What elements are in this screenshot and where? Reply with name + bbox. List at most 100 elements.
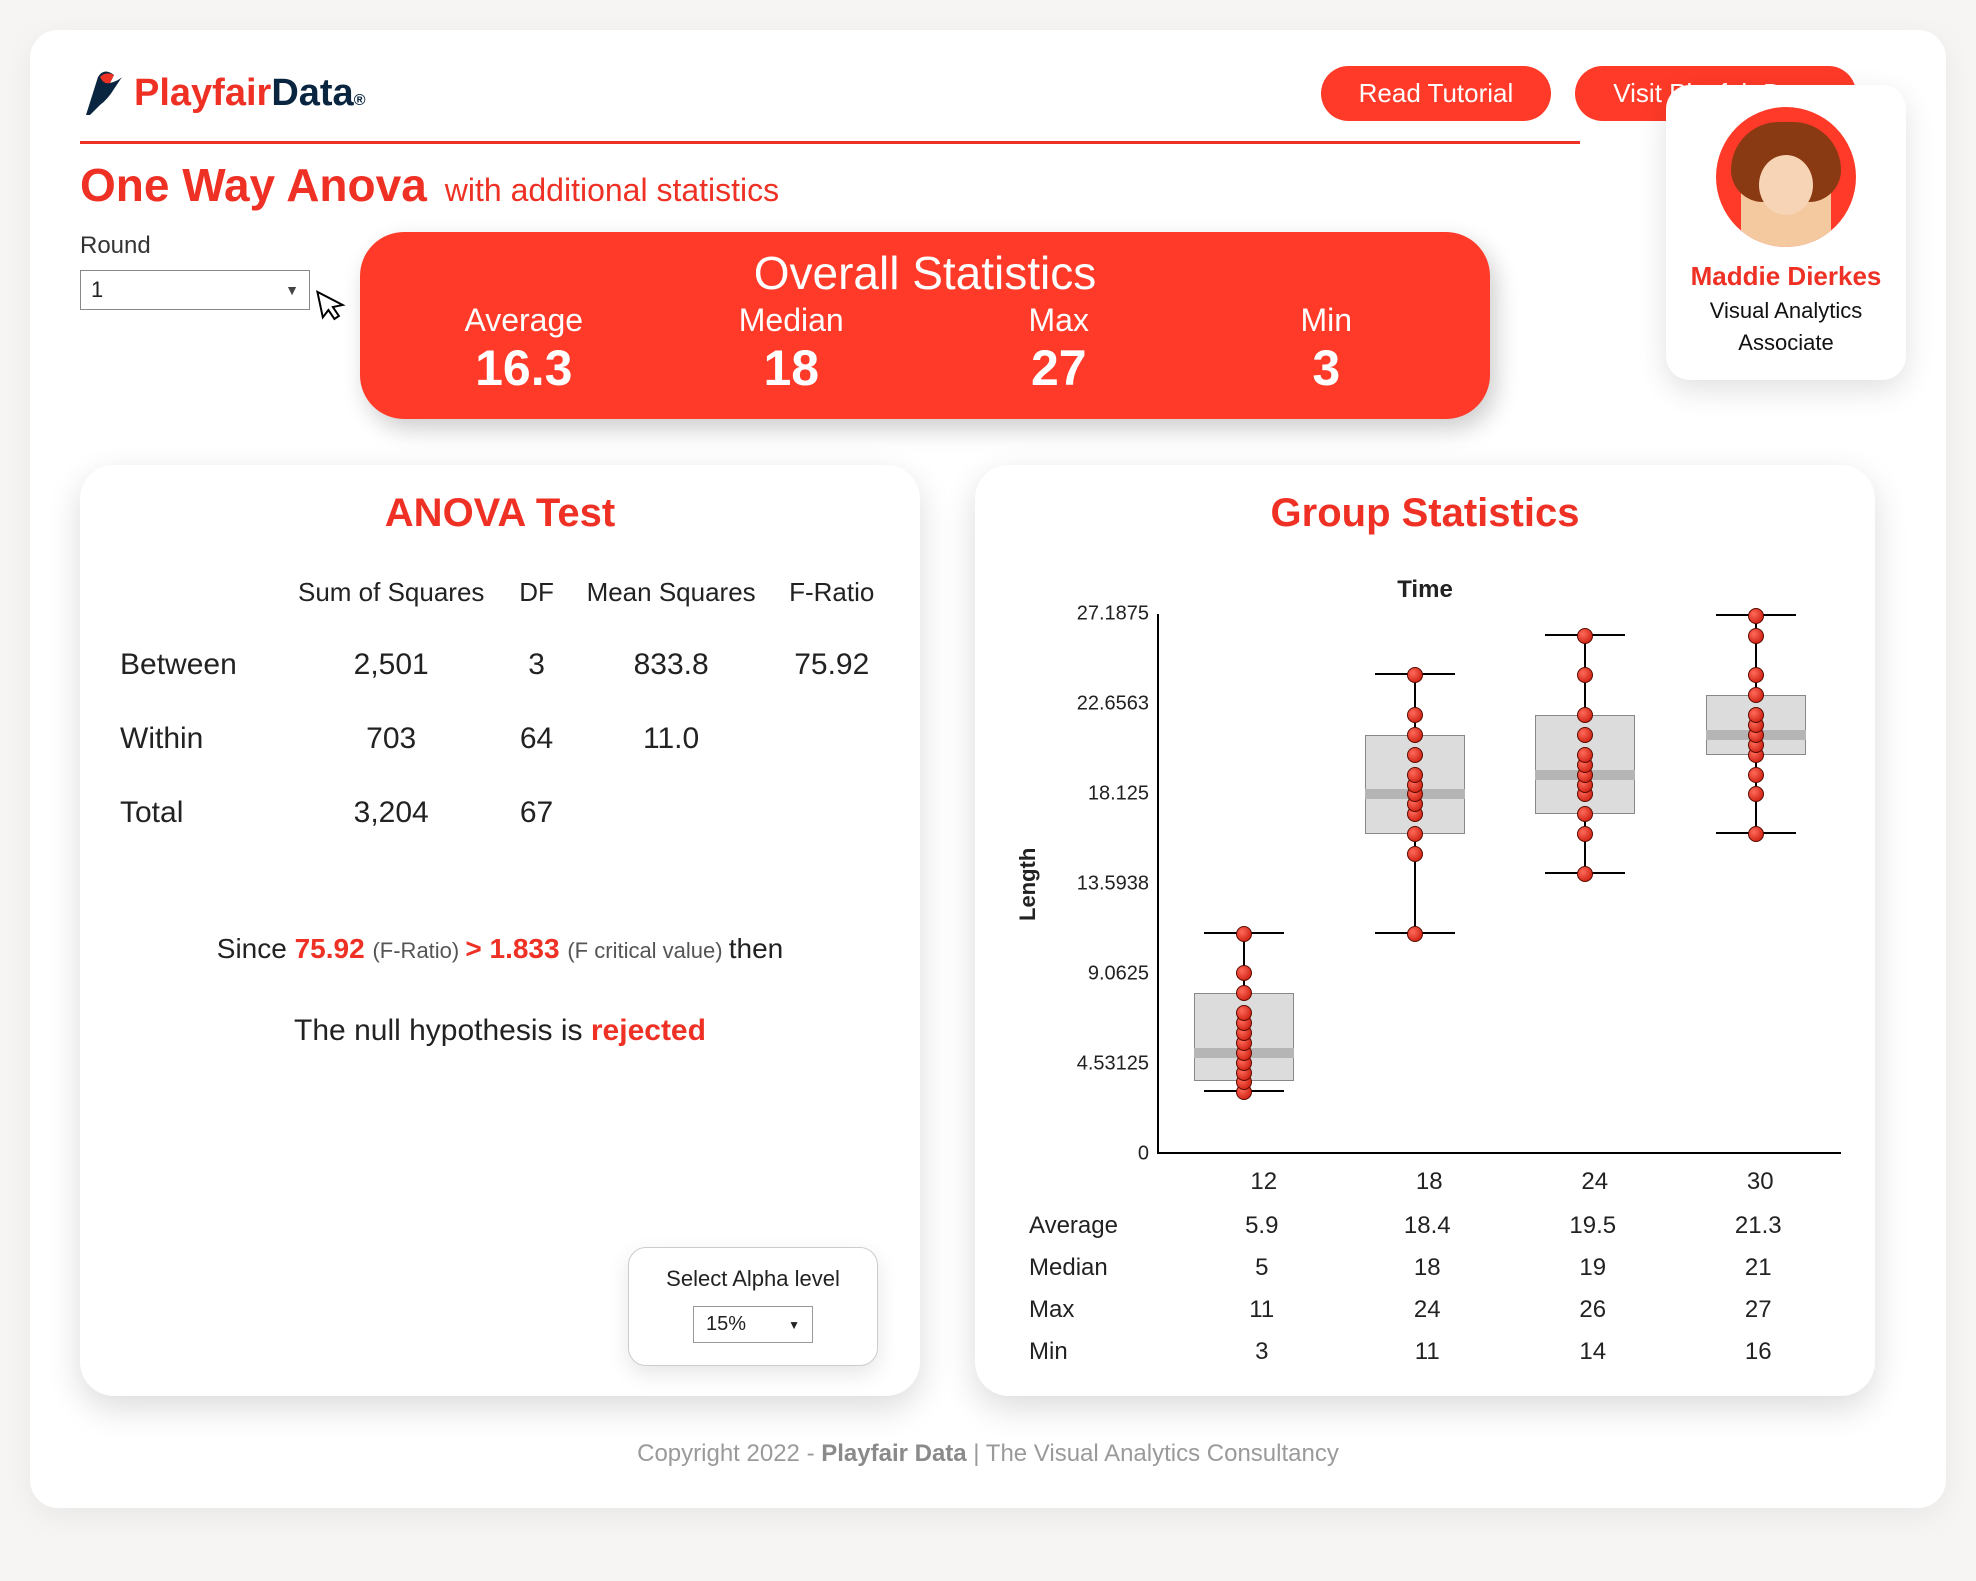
data-point bbox=[1577, 866, 1593, 882]
brand-text: PlayfairData® bbox=[134, 72, 365, 115]
x-tick: 30 bbox=[1680, 1168, 1842, 1196]
group-title: Group Statistics bbox=[1009, 491, 1841, 536]
data-point bbox=[1407, 707, 1423, 723]
overall-stats-banner: Overall Statistics Average Median Max Mi… bbox=[360, 232, 1490, 419]
col-df: DF bbox=[508, 576, 564, 628]
data-point bbox=[1748, 786, 1764, 802]
data-point bbox=[1407, 846, 1423, 862]
boxplot-group bbox=[1525, 612, 1645, 1152]
data-point bbox=[1748, 608, 1764, 624]
author-card: Maddie Dierkes Visual Analytics Associat… bbox=[1666, 85, 1906, 380]
cards-row: ANOVA Test Sum of Squares DF Mean Square… bbox=[80, 465, 1896, 1396]
data-point bbox=[1407, 926, 1423, 942]
header-row: PlayfairData® Read Tutorial Visit Playfa… bbox=[80, 65, 1896, 121]
round-value: 1 bbox=[91, 277, 103, 303]
dashboard-sheet: PlayfairData® Read Tutorial Visit Playfa… bbox=[30, 30, 1946, 1508]
overall-min-label: Min bbox=[1193, 302, 1461, 339]
banner-row: Round 1 ▼ Overall Statistics Average Med… bbox=[80, 232, 1896, 419]
data-point bbox=[1407, 826, 1423, 842]
data-point bbox=[1407, 727, 1423, 743]
anova-conclusion: Since 75.92 (F-Ratio) > 1.833 (F critica… bbox=[114, 920, 886, 1062]
footer: Copyright 2022 - Playfair Data | The Vis… bbox=[80, 1440, 1896, 1498]
header-divider bbox=[80, 141, 1580, 144]
boxplot-group bbox=[1696, 612, 1816, 1152]
data-point bbox=[1748, 707, 1764, 723]
boxplot-group bbox=[1355, 612, 1475, 1152]
author-role-2: Associate bbox=[1682, 330, 1890, 356]
overall-max-label: Max bbox=[925, 302, 1193, 339]
col-fr: F-Ratio bbox=[777, 576, 886, 628]
plot-area bbox=[1157, 614, 1841, 1154]
data-point bbox=[1748, 687, 1764, 703]
data-point bbox=[1577, 707, 1593, 723]
data-point bbox=[1407, 667, 1423, 683]
data-point bbox=[1577, 806, 1593, 822]
y-tick: 0 bbox=[1039, 1143, 1149, 1166]
anova-table: Sum of Squares DF Mean Squares F-Ratio B… bbox=[114, 576, 886, 850]
data-point bbox=[1236, 926, 1252, 942]
boxplot-group bbox=[1184, 612, 1304, 1152]
group-stats-table: Average 5.9 18.4 19.5 21.3 Median 5 18 1… bbox=[1009, 1212, 1841, 1366]
author-role-1: Visual Analytics bbox=[1682, 298, 1890, 324]
y-tick: 18.125 bbox=[1039, 783, 1149, 806]
overall-min-value: 3 bbox=[1193, 339, 1461, 397]
data-point bbox=[1236, 1005, 1252, 1021]
anova-title: ANOVA Test bbox=[114, 491, 886, 536]
y-tick: 27.1875 bbox=[1039, 603, 1149, 626]
y-axis-ticks: 27.187522.656318.12513.59389.06254.53125… bbox=[1047, 614, 1157, 1154]
boxplot-chart: Length 27.187522.656318.12513.59389.0625… bbox=[1009, 614, 1841, 1154]
author-name: Maddie Dierkes bbox=[1682, 261, 1890, 292]
data-point bbox=[1748, 628, 1764, 644]
y-tick: 4.53125 bbox=[1039, 1053, 1149, 1076]
alpha-select[interactable]: 15% ▼ bbox=[693, 1306, 813, 1343]
overall-med-label: Median bbox=[658, 302, 926, 339]
cursor-icon bbox=[314, 284, 352, 330]
col-ss: Sum of Squares bbox=[274, 576, 508, 628]
x-tick: 12 bbox=[1183, 1168, 1345, 1196]
chevron-down-icon: ▼ bbox=[285, 282, 299, 298]
data-point bbox=[1748, 826, 1764, 842]
data-point bbox=[1407, 767, 1423, 783]
avatar bbox=[1716, 107, 1856, 247]
overall-med-value: 18 bbox=[658, 339, 926, 397]
alpha-value: 15% bbox=[706, 1313, 746, 1336]
page-title: One Way Anova bbox=[80, 158, 427, 212]
y-tick: 13.5938 bbox=[1039, 873, 1149, 896]
data-point bbox=[1577, 667, 1593, 683]
data-point bbox=[1577, 826, 1593, 842]
overall-max-value: 27 bbox=[925, 339, 1193, 397]
table-row: Between 2,501 3 833.8 75.92 bbox=[114, 628, 886, 702]
y-tick: 22.6563 bbox=[1039, 693, 1149, 716]
data-point bbox=[1577, 747, 1593, 763]
data-point bbox=[1577, 628, 1593, 644]
y-tick: 9.0625 bbox=[1039, 963, 1149, 986]
col-ms: Mean Squares bbox=[565, 576, 778, 628]
overall-title: Overall Statistics bbox=[390, 246, 1460, 300]
brand-logo: PlayfairData® bbox=[80, 65, 365, 121]
alpha-label: Select Alpha level bbox=[651, 1266, 855, 1292]
table-row: Total 3,204 67 bbox=[114, 776, 886, 850]
x-axis-row: 12 18 24 30 bbox=[1009, 1168, 1841, 1196]
read-tutorial-button[interactable]: Read Tutorial bbox=[1321, 66, 1552, 121]
chevron-down-icon: ▼ bbox=[788, 1318, 800, 1332]
bird-icon bbox=[80, 65, 124, 121]
data-point bbox=[1236, 965, 1252, 981]
table-row: Within 703 64 11.0 bbox=[114, 702, 886, 776]
data-point bbox=[1748, 767, 1764, 783]
round-label: Round bbox=[80, 232, 330, 260]
round-select[interactable]: 1 ▼ bbox=[80, 270, 310, 310]
alpha-level-box: Select Alpha level 15% ▼ bbox=[628, 1247, 878, 1366]
anova-card: ANOVA Test Sum of Squares DF Mean Square… bbox=[80, 465, 920, 1396]
page-subtitle: with additional statistics bbox=[445, 172, 779, 209]
data-point bbox=[1748, 667, 1764, 683]
overall-avg-value: 16.3 bbox=[390, 339, 658, 397]
x-tick: 18 bbox=[1349, 1168, 1511, 1196]
overall-avg-label: Average bbox=[390, 302, 658, 339]
chart-x-title: Time bbox=[1009, 576, 1841, 604]
x-tick: 24 bbox=[1514, 1168, 1676, 1196]
data-point bbox=[1407, 747, 1423, 763]
data-point bbox=[1236, 985, 1252, 1001]
data-point bbox=[1577, 727, 1593, 743]
round-control: Round 1 ▼ bbox=[80, 232, 330, 310]
page-title-row: One Way Anova with additional statistics bbox=[80, 158, 1896, 212]
